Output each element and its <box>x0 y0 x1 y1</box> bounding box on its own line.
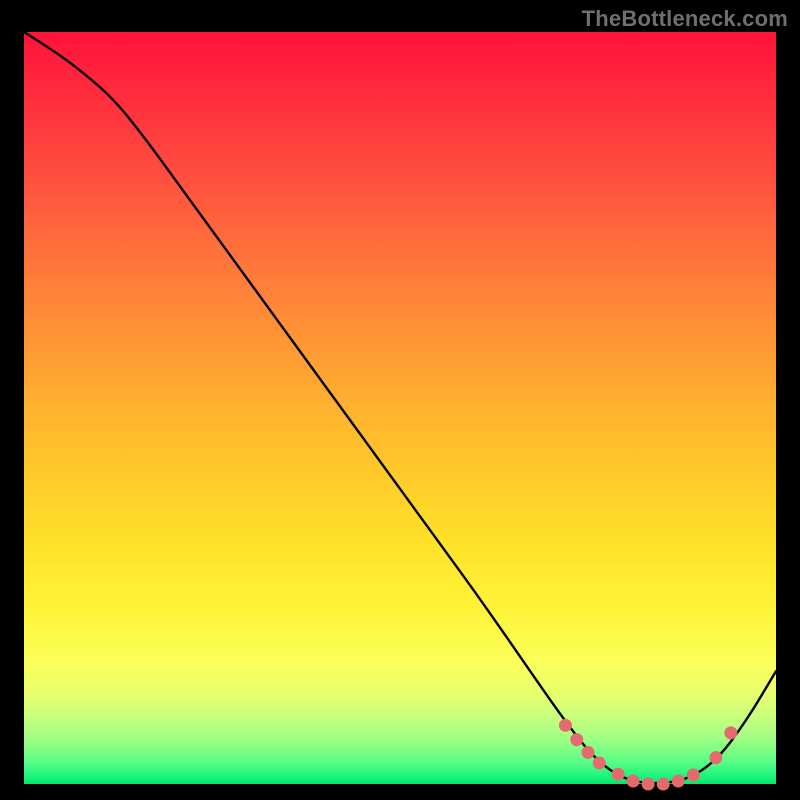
chart-container: TheBottleneck.com <box>0 0 800 800</box>
data-marker <box>627 774 640 787</box>
data-marker <box>612 768 625 781</box>
data-marker <box>687 768 700 781</box>
watermark-text: TheBottleneck.com <box>582 6 788 32</box>
data-marker <box>570 733 583 746</box>
data-marker <box>724 726 737 739</box>
plot-area <box>24 32 776 784</box>
data-marker <box>672 774 685 787</box>
data-marker <box>593 756 606 769</box>
data-marker <box>709 751 722 764</box>
data-marker <box>582 746 595 759</box>
data-marker <box>559 719 572 732</box>
marker-group <box>559 719 737 791</box>
curve-svg <box>24 32 776 784</box>
bottleneck-curve <box>24 32 776 783</box>
data-marker <box>657 778 670 791</box>
data-marker <box>642 778 655 791</box>
